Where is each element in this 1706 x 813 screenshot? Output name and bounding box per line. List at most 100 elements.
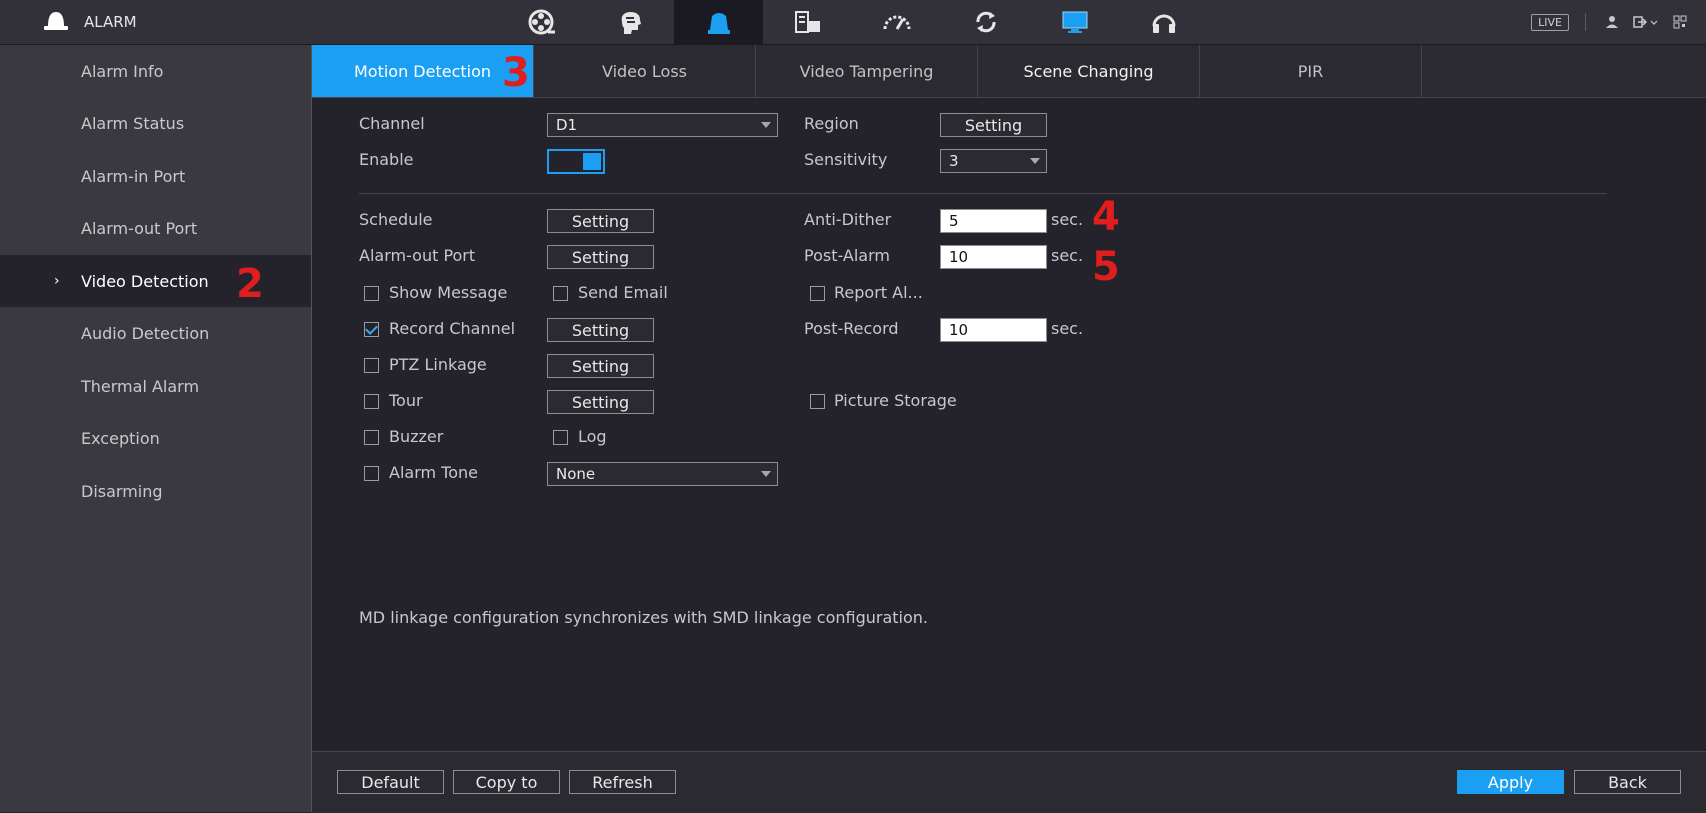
main-nav (496, 0, 1208, 44)
channel-label: Channel (359, 114, 425, 133)
alarm-light-icon (42, 8, 70, 36)
enable-label: Enable (359, 150, 414, 169)
sidebar-item-video-detection[interactable]: › Video Detection (0, 255, 311, 307)
alarm-tone-select[interactable]: None (547, 462, 778, 486)
annotation-marker: 3 (502, 50, 530, 96)
region-label: Region (804, 114, 859, 133)
sidebar-item-label: Alarm-out Port (81, 218, 198, 238)
film-reel-icon[interactable] (496, 0, 585, 44)
user-icon[interactable] (1602, 12, 1622, 32)
channel-value: D1 (556, 116, 578, 134)
send-email-label: Send Email (578, 283, 668, 302)
sidebar-item-exception[interactable]: Exception (0, 412, 311, 464)
default-button[interactable]: Default (337, 770, 444, 794)
app-title: ALARM (84, 13, 137, 31)
buzzer-checkbox[interactable] (364, 430, 379, 445)
sidebar-item-label: Audio Detection (81, 323, 210, 343)
schedule-label: Schedule (359, 210, 433, 229)
picture-storage-label: Picture Storage (834, 391, 957, 410)
speedometer-icon[interactable] (852, 0, 941, 44)
post-alarm-input[interactable]: 10 (940, 245, 1047, 269)
sidebar-item-label: Video Detection (81, 271, 209, 291)
sidebar-item-label: Alarm-in Port (81, 166, 186, 186)
storage-icon[interactable] (763, 0, 852, 44)
section-divider (359, 193, 1607, 194)
send-email-checkbox[interactable] (553, 286, 568, 301)
report-alarm-checkbox[interactable] (810, 286, 825, 301)
brand: ALARM (42, 8, 137, 36)
sensitivity-select[interactable]: 3 (940, 149, 1047, 173)
alarm-tone-value: None (556, 465, 596, 483)
sidebar-item-alarm-out-port[interactable]: Alarm-out Port (0, 202, 311, 254)
chevron-down-icon (761, 122, 771, 128)
chevron-right-icon: › (54, 273, 60, 289)
sidebar-item-thermal-alarm[interactable]: Thermal Alarm (0, 360, 311, 412)
anti-dither-input[interactable]: 5 (940, 209, 1047, 233)
footer-bar: Default Copy to Refresh Apply Back (312, 751, 1706, 813)
sensitivity-value: 3 (949, 152, 959, 170)
back-button[interactable]: Back (1574, 770, 1681, 794)
anti-dither-label: Anti-Dither (804, 210, 892, 229)
post-alarm-label: Post-Alarm (804, 246, 890, 265)
sidebar-item-audio-detection[interactable]: Audio Detection (0, 307, 311, 359)
alarm-out-setting-button[interactable]: Setting (547, 245, 654, 269)
apply-button[interactable]: Apply (1457, 770, 1564, 794)
sidebar-item-alarm-status[interactable]: Alarm Status (0, 97, 311, 149)
tour-checkbox[interactable] (364, 394, 379, 409)
sensitivity-label: Sensitivity (804, 150, 888, 169)
tab-video-loss[interactable]: Video Loss (534, 45, 756, 97)
sidebar-item-alarm-info[interactable]: Alarm Info (0, 45, 311, 97)
record-channel-checkbox[interactable] (364, 322, 379, 337)
sidebar-item-label: Alarm Info (81, 61, 164, 81)
alarm-out-port-label: Alarm-out Port (359, 246, 476, 265)
sidebar-item-label: Alarm Status (81, 113, 185, 133)
logout-icon[interactable] (1632, 12, 1660, 32)
region-setting-button[interactable]: Setting (940, 113, 1047, 137)
schedule-setting-button[interactable]: Setting (547, 209, 654, 233)
ptz-linkage-label: PTZ Linkage (389, 355, 487, 374)
headset-icon[interactable] (1119, 0, 1208, 44)
monitor-icon[interactable] (1030, 0, 1119, 44)
alarm-light-icon[interactable] (674, 0, 763, 44)
tab-motion-detection[interactable]: Motion Detection (312, 45, 534, 97)
record-channel-setting-button[interactable]: Setting (547, 318, 654, 342)
log-checkbox[interactable] (553, 430, 568, 445)
enable-toggle[interactable] (547, 149, 605, 174)
top-bar: ALARM LIVE (0, 0, 1706, 45)
show-message-checkbox[interactable] (364, 286, 379, 301)
record-channel-label: Record Channel (389, 319, 516, 338)
refresh-button[interactable]: Refresh (569, 770, 676, 794)
picture-storage-checkbox[interactable] (810, 394, 825, 409)
tab-scene-changing[interactable]: Scene Changing (978, 45, 1200, 97)
buzzer-label: Buzzer (389, 427, 444, 446)
anti-dither-unit: sec. (1051, 210, 1084, 229)
tab-video-tampering[interactable]: Video Tampering (756, 45, 978, 97)
top-right-controls: LIVE (1531, 0, 1690, 44)
sidebar-item-alarm-in-port[interactable]: Alarm-in Port (0, 150, 311, 202)
show-message-label: Show Message (389, 283, 508, 302)
alarm-tone-checkbox[interactable] (364, 466, 379, 481)
report-alarm-label: Report Al... (834, 283, 923, 302)
live-button[interactable]: LIVE (1531, 13, 1569, 31)
annotation-marker: 4 (1092, 194, 1120, 240)
tour-setting-button[interactable]: Setting (547, 390, 654, 414)
post-record-input[interactable]: 10 (940, 318, 1047, 342)
annotation-marker: 2 (236, 261, 264, 307)
ptz-linkage-setting-button[interactable]: Setting (547, 354, 654, 378)
ptz-linkage-checkbox[interactable] (364, 358, 379, 373)
linkage-note: MD linkage configuration synchronizes wi… (359, 608, 929, 627)
qr-code-icon[interactable] (1670, 12, 1690, 32)
alarm-tone-label: Alarm Tone (389, 463, 478, 482)
sidebar: Alarm Info Alarm Status Alarm-in Port Al… (0, 45, 312, 812)
post-alarm-unit: sec. (1051, 246, 1084, 265)
post-record-label: Post-Record (804, 319, 899, 338)
chevron-down-icon (761, 471, 771, 477)
refresh-icon[interactable] (941, 0, 1030, 44)
tab-pir[interactable]: PIR (1200, 45, 1422, 97)
tour-label: Tour (389, 391, 423, 410)
channel-select[interactable]: D1 (547, 113, 778, 137)
brain-icon[interactable] (585, 0, 674, 44)
copy-to-button[interactable]: Copy to (453, 770, 560, 794)
sidebar-item-label: Disarming (81, 481, 163, 501)
sidebar-item-disarming[interactable]: Disarming (0, 465, 311, 517)
